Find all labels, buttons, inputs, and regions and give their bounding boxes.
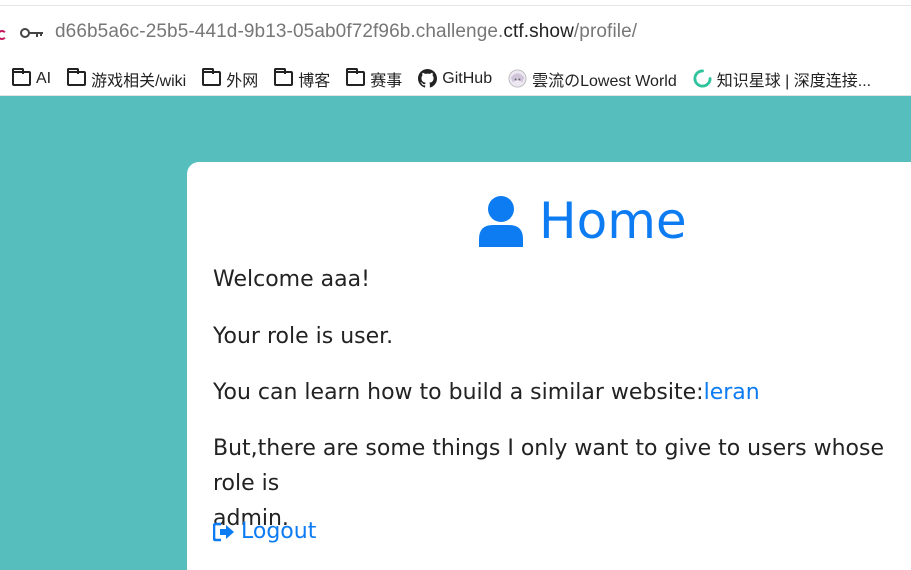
- bookmark-zsxq[interactable]: 知识星球 | 深度连接...: [693, 67, 871, 91]
- learn-link[interactable]: leran: [704, 380, 760, 405]
- folder-icon: [67, 68, 87, 86]
- bookmark-label: GitHub: [442, 69, 493, 87]
- bookmarks-bar: AI 游戏相关/wiki 外网 博客 赛事 GitHub 雲流のLowest W…: [0, 62, 911, 96]
- role-text: Your role is user.: [213, 324, 394, 349]
- profile-card: Home Welcome aaa! Your role is user. You…: [187, 162, 911, 570]
- bookmark-label: 赛事: [370, 72, 403, 90]
- bookmark-contests[interactable]: 赛事: [346, 67, 402, 91]
- folder-icon: [274, 68, 294, 86]
- learn-paragraph: You can learn how to build a similar web…: [213, 375, 760, 410]
- bookmark-github[interactable]: GitHub: [418, 69, 492, 88]
- bookmark-label: 游戏相关/wiki: [91, 72, 187, 90]
- anime-avatar-icon: [508, 69, 527, 88]
- welcome-text: Welcome aaa!: [213, 267, 370, 292]
- url-path: /profile/: [573, 21, 638, 42]
- planet-ring-icon: [693, 69, 712, 88]
- page-title-text: Home: [539, 192, 687, 250]
- bookmark-label: 博客: [298, 72, 331, 90]
- bookmark-blog[interactable]: 博客: [274, 67, 330, 91]
- address-bar: d66b5a6c-25b5-441d-9b13-05ab0f72f96b.cha…: [0, 0, 911, 62]
- github-icon: [418, 69, 438, 88]
- sign-out-icon: [213, 522, 234, 541]
- bookmark-label: 外网: [226, 72, 259, 90]
- logout-label: Logout: [241, 519, 317, 544]
- bookmark-foreign-web[interactable]: 外网: [202, 67, 258, 91]
- bookmark-label: AI: [36, 69, 52, 87]
- admin-paragraph: But,there are some things I only want to…: [213, 431, 911, 536]
- url-field[interactable]: d66b5a6c-25b5-441d-9b13-05ab0f72f96b.cha…: [55, 21, 637, 43]
- url-prefix: d66b5a6c-25b5-441d-9b13-05ab0f72f96b.cha…: [55, 21, 504, 42]
- folder-icon: [346, 68, 366, 86]
- page-title: Home: [477, 192, 687, 250]
- url-host: ctf.show: [503, 21, 574, 42]
- admin-line-2: admin.: [213, 506, 289, 531]
- site-info-icon[interactable]: [0, 30, 7, 40]
- learn-text: You can learn how to build a similar web…: [213, 380, 704, 405]
- folder-icon: [12, 68, 31, 86]
- tab-strip-edge: [0, 0, 911, 6]
- key-icon[interactable]: [20, 26, 44, 40]
- bookmark-label: 雲流のLowest World: [532, 72, 677, 90]
- logout-link[interactable]: Logout: [213, 519, 316, 544]
- page-background: Home Welcome aaa! Your role is user. You…: [0, 96, 911, 570]
- folder-icon: [202, 68, 222, 86]
- bookmark-game-wiki[interactable]: 游戏相关/wiki: [67, 67, 186, 91]
- admin-line-1: But,there are some things I only want to…: [213, 436, 885, 496]
- bookmark-label: 知识星球 | 深度连接...: [716, 72, 872, 90]
- bookmark-lowest-world[interactable]: 雲流のLowest World: [508, 67, 677, 91]
- bookmark-ai[interactable]: AI: [12, 68, 52, 88]
- user-icon: [479, 196, 523, 247]
